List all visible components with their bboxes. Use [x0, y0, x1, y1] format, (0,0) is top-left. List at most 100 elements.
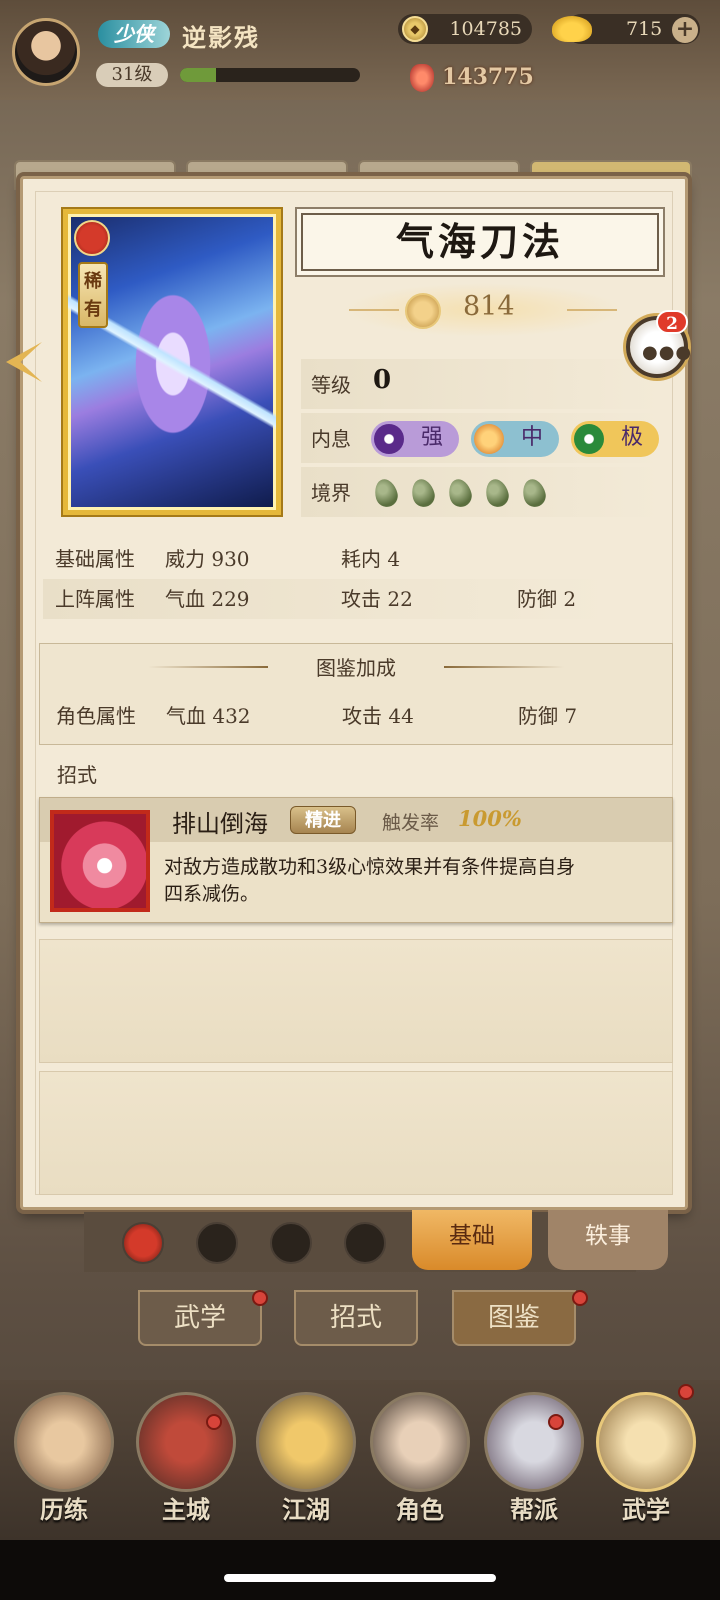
- combat-power-value: 143775: [442, 64, 534, 90]
- skill-detail-panel: 稀有 气海刀法 814 等级 0 内息 强 中 极 境界 基础属性 威力 930…: [20, 176, 688, 1210]
- collection-label: 角色属性: [56, 704, 136, 728]
- trigger-value: 100%: [458, 806, 522, 831]
- collection-stat: 攻击 44: [342, 704, 414, 728]
- notification-dot: [252, 1290, 268, 1306]
- collection-stat: 防御 7: [518, 704, 578, 728]
- skill-card[interactable]: 稀有: [63, 209, 281, 515]
- neixi-pill-text: 强: [420, 425, 443, 450]
- realm-gem-icon: [519, 476, 549, 510]
- neixi-label: 内息: [311, 427, 351, 451]
- blade-type-icon: [74, 220, 110, 256]
- realm-gem-icon: [445, 476, 475, 510]
- nav-label: 武学: [622, 1495, 670, 1524]
- neixi-pill-strong[interactable]: 强: [371, 421, 459, 457]
- notification-dot: [206, 1414, 222, 1430]
- comments-badge: 2: [656, 310, 688, 334]
- notification-dot: [548, 1414, 564, 1430]
- nav-label: 角色: [396, 1495, 444, 1524]
- base-stats-label: 基础属性: [55, 547, 135, 571]
- vip-badge: 少侠: [98, 20, 170, 48]
- base-stat: 耗内 4: [341, 547, 401, 571]
- tab-anecdote[interactable]: 轶事: [548, 1210, 668, 1270]
- coin-icon: ◆: [402, 16, 428, 42]
- nav-jianghu-icon[interactable]: [256, 1392, 356, 1492]
- nav-character-icon[interactable]: [370, 1392, 470, 1492]
- decor-line-right: [567, 309, 617, 311]
- nav-label: 帮派: [510, 1495, 558, 1524]
- ingot-icon: [552, 16, 592, 42]
- nav-label: 江湖: [282, 1495, 330, 1524]
- skill-title-box: 气海刀法: [301, 213, 659, 271]
- wave-move-icon: [50, 810, 150, 912]
- move-name: 排山倒海: [172, 810, 268, 838]
- battle-stat: 气血 229: [165, 587, 250, 611]
- moves-label: 招式: [57, 763, 97, 787]
- realm-row: 境界: [301, 467, 661, 517]
- realm-gem-icon: [371, 476, 401, 510]
- skill-slot-icon[interactable]: [196, 1222, 238, 1264]
- trigger-label: 触发率: [382, 812, 440, 834]
- xp-bar-fill: [180, 68, 216, 82]
- skill-power-row: 814: [343, 283, 623, 337]
- sword-icon: [405, 293, 441, 329]
- nav-label: 主城: [162, 1495, 210, 1524]
- battle-stat: 攻击 22: [341, 587, 413, 611]
- combat-power-icon: [410, 64, 434, 92]
- chat-bubble-icon: ●●●: [642, 342, 693, 363]
- battle-stats-row: 上阵属性 气血 229 攻击 22 防御 2: [43, 579, 671, 619]
- rarity-tag: 稀有: [78, 262, 108, 328]
- tab-martial-arts[interactable]: 武学: [138, 1290, 262, 1346]
- tab-moves[interactable]: 招式: [294, 1290, 418, 1346]
- neixi-pill-medium[interactable]: 中: [471, 421, 559, 457]
- realm-gem-icon: [408, 476, 438, 510]
- notification-dot: [572, 1290, 588, 1306]
- collection-title: 图鉴加成: [316, 656, 396, 680]
- card-slash-effect: [68, 214, 276, 510]
- realm-gem-icon: [482, 476, 512, 510]
- empty-move-slot: [39, 1071, 673, 1195]
- sun-icon: [474, 424, 504, 454]
- move-tag: 精进: [290, 806, 356, 834]
- neixi-pill-extreme[interactable]: 极: [571, 421, 659, 457]
- level-value: 0: [373, 365, 392, 395]
- neixi-pill-text: 中: [520, 425, 543, 450]
- blade-slot-icon[interactable]: [122, 1222, 164, 1264]
- battle-stat: 防御 2: [517, 587, 577, 611]
- collection-stats-row: 角色属性 气血 432 攻击 44 防御 7: [40, 696, 668, 736]
- neixi-pill-text: 极: [620, 425, 643, 450]
- move-card[interactable]: 排山倒海 精进 触发率 100% 对敌方造成散功和3级心惊效果并有条件提高自身四…: [39, 797, 673, 923]
- skill-slot-icon[interactable]: [344, 1222, 386, 1264]
- level-row: 等级 0: [301, 359, 661, 409]
- nav-city-icon[interactable]: [136, 1392, 236, 1492]
- neixi-row: 内息 强 中 极: [301, 413, 661, 463]
- tab-codex[interactable]: 图鉴: [452, 1290, 576, 1346]
- add-ingot-button[interactable]: +: [672, 17, 698, 43]
- notification-dot: [678, 1384, 694, 1400]
- skill-power-value: 814: [463, 291, 515, 322]
- realm-label: 境界: [311, 481, 351, 505]
- home-indicator[interactable]: [224, 1574, 496, 1582]
- xp-bar: [180, 68, 360, 82]
- system-bar: [0, 1540, 720, 1600]
- nav-martial-icon[interactable]: [596, 1392, 696, 1492]
- base-stats-row: 基础属性 威力 930 耗内 4: [43, 539, 671, 579]
- nav-guild-icon[interactable]: [484, 1392, 584, 1492]
- level-label: 等级: [311, 373, 351, 397]
- player-level: 31级: [96, 63, 168, 87]
- collection-bonus-box: 图鉴加成 角色属性 气血 432 攻击 44 防御 7: [39, 643, 673, 745]
- player-avatar[interactable]: [12, 18, 80, 86]
- move-description: 对敌方造成散功和3级心惊效果并有条件提高自身四系减伤。: [164, 856, 576, 905]
- skill-slot-icon[interactable]: [270, 1222, 312, 1264]
- nav-label: 历练: [40, 1495, 88, 1524]
- crescent-icon: [574, 424, 604, 454]
- moon-icon: [374, 424, 404, 454]
- tab-basic[interactable]: 基础: [412, 1210, 532, 1270]
- empty-move-slot: [39, 939, 673, 1063]
- collection-stat: 气血 432: [166, 704, 251, 728]
- decor-line-right: [444, 666, 564, 668]
- decor-line-left: [349, 309, 399, 311]
- nav-trial-icon[interactable]: [14, 1392, 114, 1492]
- battle-stats-label: 上阵属性: [55, 587, 135, 611]
- base-stat: 威力 930: [165, 547, 250, 571]
- player-name: 逆影残: [182, 23, 260, 52]
